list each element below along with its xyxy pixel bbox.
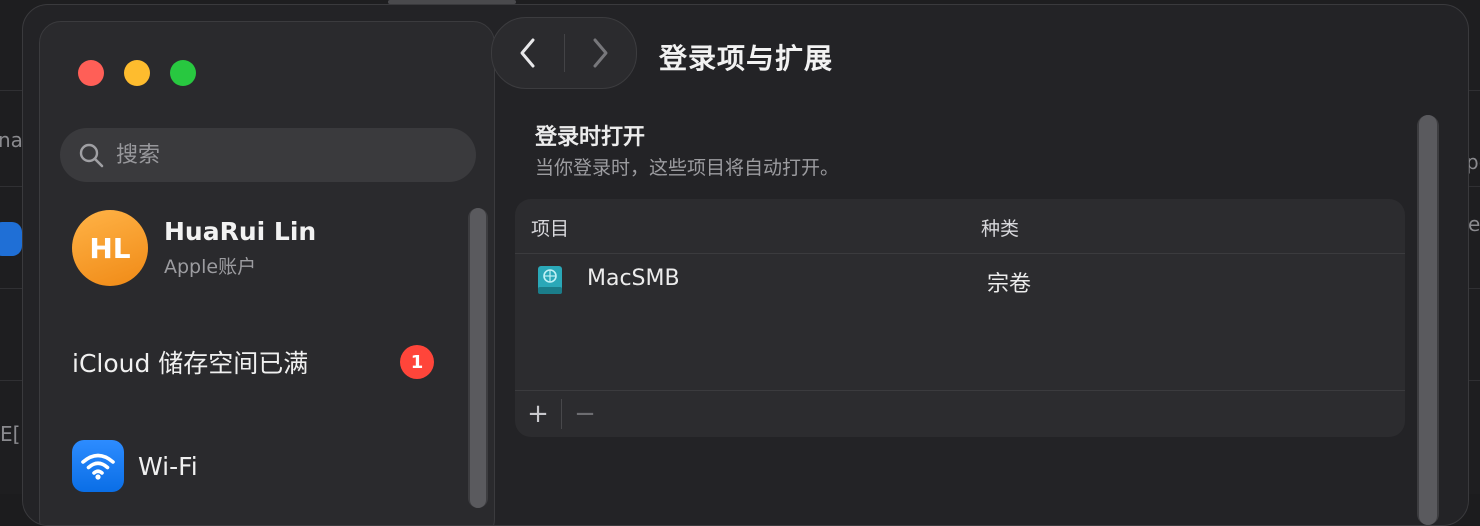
forward-button[interactable] <box>565 18 637 88</box>
content-scrollbar[interactable] <box>1417 115 1439 525</box>
volume-icon <box>538 266 562 294</box>
account-subtitle: Apple账户 <box>164 256 257 278</box>
background-edge-text: E[ <box>0 422 21 446</box>
search-icon <box>79 143 104 168</box>
login-items-table: 项目 种类 MacSMB 宗卷 + − <box>515 199 1405 437</box>
section-title: 登录时打开 <box>535 125 646 150</box>
icloud-storage-row[interactable]: iCloud 储存空间已满 1 <box>72 344 434 380</box>
add-item-button[interactable]: + <box>515 391 561 437</box>
background-blue-control <box>0 222 22 256</box>
avatar: HL <box>72 210 148 286</box>
back-button[interactable] <box>492 18 564 88</box>
sidebar-scrollbar[interactable] <box>468 208 488 508</box>
account-name: HuaRui Lin <box>164 217 317 246</box>
wifi-icon <box>72 440 124 492</box>
search-input[interactable] <box>114 141 458 169</box>
remove-item-button[interactable]: − <box>562 391 608 437</box>
icloud-storage-label: iCloud 储存空间已满 <box>72 349 309 378</box>
content-scroll-thumb[interactable] <box>1419 115 1437 525</box>
sidebar: HL HuaRui Lin Apple账户 iCloud 储存空间已满 1 Wi… <box>39 21 495 525</box>
close-button[interactable] <box>78 60 104 86</box>
sidebar-item-label: Wi-Fi <box>138 451 198 481</box>
background-edge-text: e <box>1468 212 1480 236</box>
navigation-buttons <box>491 17 637 89</box>
table-row[interactable]: MacSMB 宗卷 <box>515 253 1405 307</box>
page-title: 登录项与扩展 <box>659 42 834 75</box>
column-header-kind[interactable]: 种类 <box>981 214 1019 241</box>
sidebar-item-wifi[interactable]: Wi-Fi <box>72 440 198 492</box>
search-field[interactable] <box>60 128 476 182</box>
zoom-button[interactable] <box>170 60 196 86</box>
sidebar-scroll-thumb[interactable] <box>470 208 486 508</box>
column-header-item[interactable]: 项目 <box>531 214 569 241</box>
account-row[interactable]: HL HuaRui Lin Apple账户 <box>72 210 316 286</box>
chevron-right-icon <box>593 38 608 68</box>
item-kind: 宗卷 <box>987 272 1032 297</box>
table-header: 项目 种类 <box>515 199 1405 254</box>
chevron-left-icon <box>520 38 535 68</box>
settings-window: HL HuaRui Lin Apple账户 iCloud 储存空间已满 1 Wi… <box>22 4 1469 526</box>
minimize-button[interactable] <box>124 60 150 86</box>
item-name: MacSMB <box>587 266 680 291</box>
table-footer: + − <box>515 390 1405 437</box>
section-description: 当你登录时，这些项目将自动打开。 <box>535 157 840 179</box>
notification-badge: 1 <box>400 345 434 379</box>
